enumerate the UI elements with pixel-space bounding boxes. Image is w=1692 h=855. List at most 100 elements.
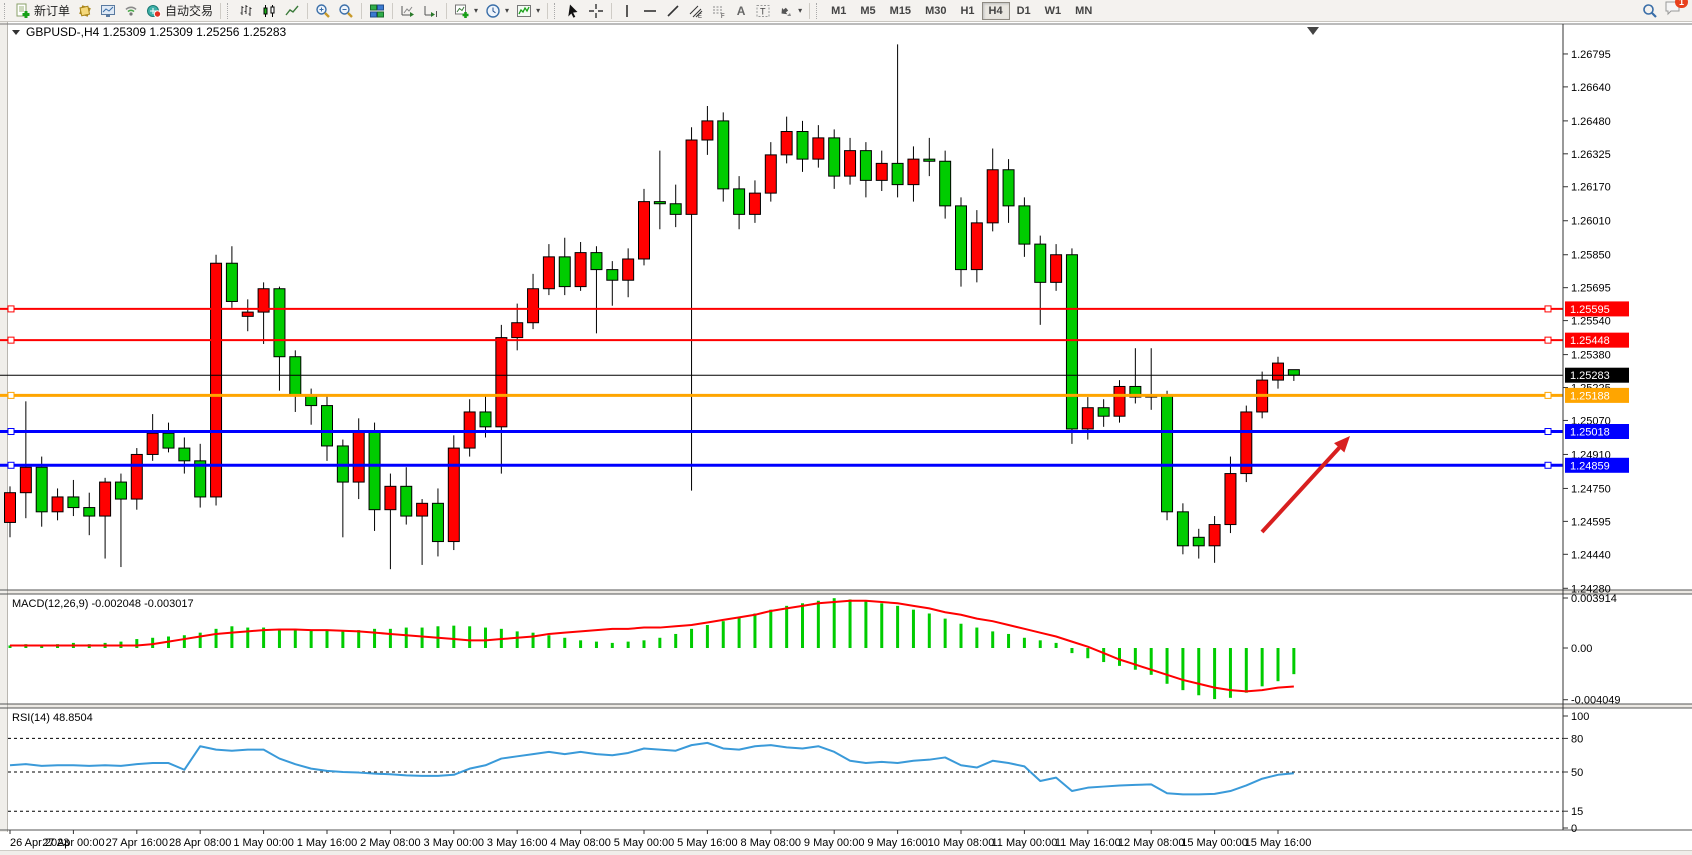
arrows-tool-button[interactable]: ▾ [775,1,805,21]
candle-body [718,121,729,189]
timeframe-w1[interactable]: W1 [1038,2,1069,20]
market-watch-button[interactable] [74,1,96,21]
candle-body [1098,408,1109,416]
channel-tool-button[interactable]: E [685,1,707,21]
auto-trading-button[interactable]: 自动交易 [143,1,216,21]
candle-body [559,257,570,287]
separator [392,3,393,19]
zoom-in-button[interactable] [312,1,334,21]
line-chart-mode-button[interactable] [281,1,303,21]
zoom-out-button[interactable] [335,1,357,21]
new-order-button[interactable]: 新订单 [12,1,73,21]
crosshair-tool-button[interactable] [585,1,607,21]
new-chart-button[interactable]: ▾ [451,1,481,21]
candle-body [860,151,871,181]
templates-button[interactable]: ▾ [513,1,543,21]
line-handle[interactable] [1545,337,1551,343]
price-tick-label: 1.26640 [1571,82,1611,94]
line-handle[interactable] [1545,306,1551,312]
timeframe-m5[interactable]: M5 [853,2,882,20]
price-tick-label: 1.24750 [1571,483,1611,495]
auto-scroll-button[interactable] [397,1,419,21]
chart-shift-icon [423,3,439,19]
label-tool-button[interactable]: T [752,1,774,21]
toolbar-grip [227,3,232,19]
status-bar [0,850,1692,855]
date-label: 15 May 16:00 [1245,837,1312,849]
macd-axis-label: -0.004049 [1571,695,1621,707]
candle-body [353,431,364,482]
candle-body [84,508,95,516]
fibonacci-tool-button[interactable]: F [708,1,730,21]
date-label: 2 May 08:00 [360,837,421,849]
cursor-tool-button[interactable] [562,1,584,21]
vertical-line-tool-button[interactable] [616,1,638,21]
date-label: 15 May 00:00 [1181,837,1248,849]
gold-box-icon [77,3,93,19]
tile-windows-button[interactable] [366,1,388,21]
timeframe-m30[interactable]: M30 [918,2,953,20]
pane-separator[interactable] [0,590,1692,594]
candle-body [765,155,776,193]
signals-button[interactable] [120,1,142,21]
candle-body [448,448,459,541]
chart-shift-button[interactable] [420,1,442,21]
bar-chart-mode-button[interactable] [235,1,257,21]
ohlc-bars-icon [238,3,254,19]
date-label: 3 May 00:00 [424,837,485,849]
line-handle[interactable] [1545,429,1551,435]
candle-body [971,223,982,270]
candle-body [369,431,380,510]
candle-body [1177,512,1188,546]
line-handle[interactable] [8,337,14,343]
chart-area[interactable]: 1.267951.266401.264801.263251.261701.260… [0,22,1692,851]
candle-body [734,189,745,214]
line-handle[interactable] [8,392,14,398]
candle-body [226,263,237,301]
timeframe-m1[interactable]: M1 [824,2,853,20]
pane-separator[interactable] [0,704,1692,708]
chart-svg[interactable]: 1.267951.266401.264801.263251.261701.260… [0,22,1692,851]
trendline-tool-button[interactable] [662,1,684,21]
candle-body [68,497,79,508]
candlestick-icon [261,3,277,19]
text-tool-button[interactable]: A [731,1,751,21]
svg-text:T: T [760,6,766,16]
date-label: 3 May 16:00 [487,837,548,849]
date-label: 8 May 08:00 [741,837,802,849]
line-handle[interactable] [1545,392,1551,398]
line-handle[interactable] [8,306,14,312]
price-tick-label: 1.26480 [1571,116,1611,128]
candle-body [845,151,856,176]
candle-body [1162,395,1173,512]
candle-body [496,338,507,427]
notifications-button[interactable]: 1 [1664,0,1682,21]
candle-body [274,289,285,357]
line-handle[interactable] [1545,462,1551,468]
window-left-border [0,22,7,832]
timeframe-m15[interactable]: M15 [883,2,918,20]
line-handle[interactable] [8,462,14,468]
timeframe-mn[interactable]: MN [1068,2,1099,20]
line-handle[interactable] [8,429,14,435]
date-label: 9 May 16:00 [867,837,928,849]
candle-body [543,257,554,289]
timeframe-h4[interactable]: H4 [982,2,1010,20]
separator [220,3,221,19]
chart-title: GBPUSD-,H4 1.25309 1.25309 1.25256 1.252… [26,25,287,39]
dropdown-arrow-icon: ▾ [474,6,478,15]
horizontal-line-tool-button[interactable] [639,1,661,21]
timeframe-d1[interactable]: D1 [1010,2,1038,20]
candle-body [1273,363,1284,380]
candlestick-mode-button[interactable] [258,1,280,21]
timeframe-h1[interactable]: H1 [953,2,981,20]
periods-button[interactable]: ▾ [482,1,512,21]
date-label: 28 Apr 08:00 [169,837,231,849]
search-icon[interactable] [1642,3,1658,19]
date-label: 11 May 00:00 [991,837,1057,849]
terminal-window-button[interactable] [97,1,119,21]
candle-body [100,482,111,516]
crosshair-icon [588,3,604,19]
dropdown-arrow-icon: ▾ [505,6,509,15]
candle-body [211,263,222,497]
